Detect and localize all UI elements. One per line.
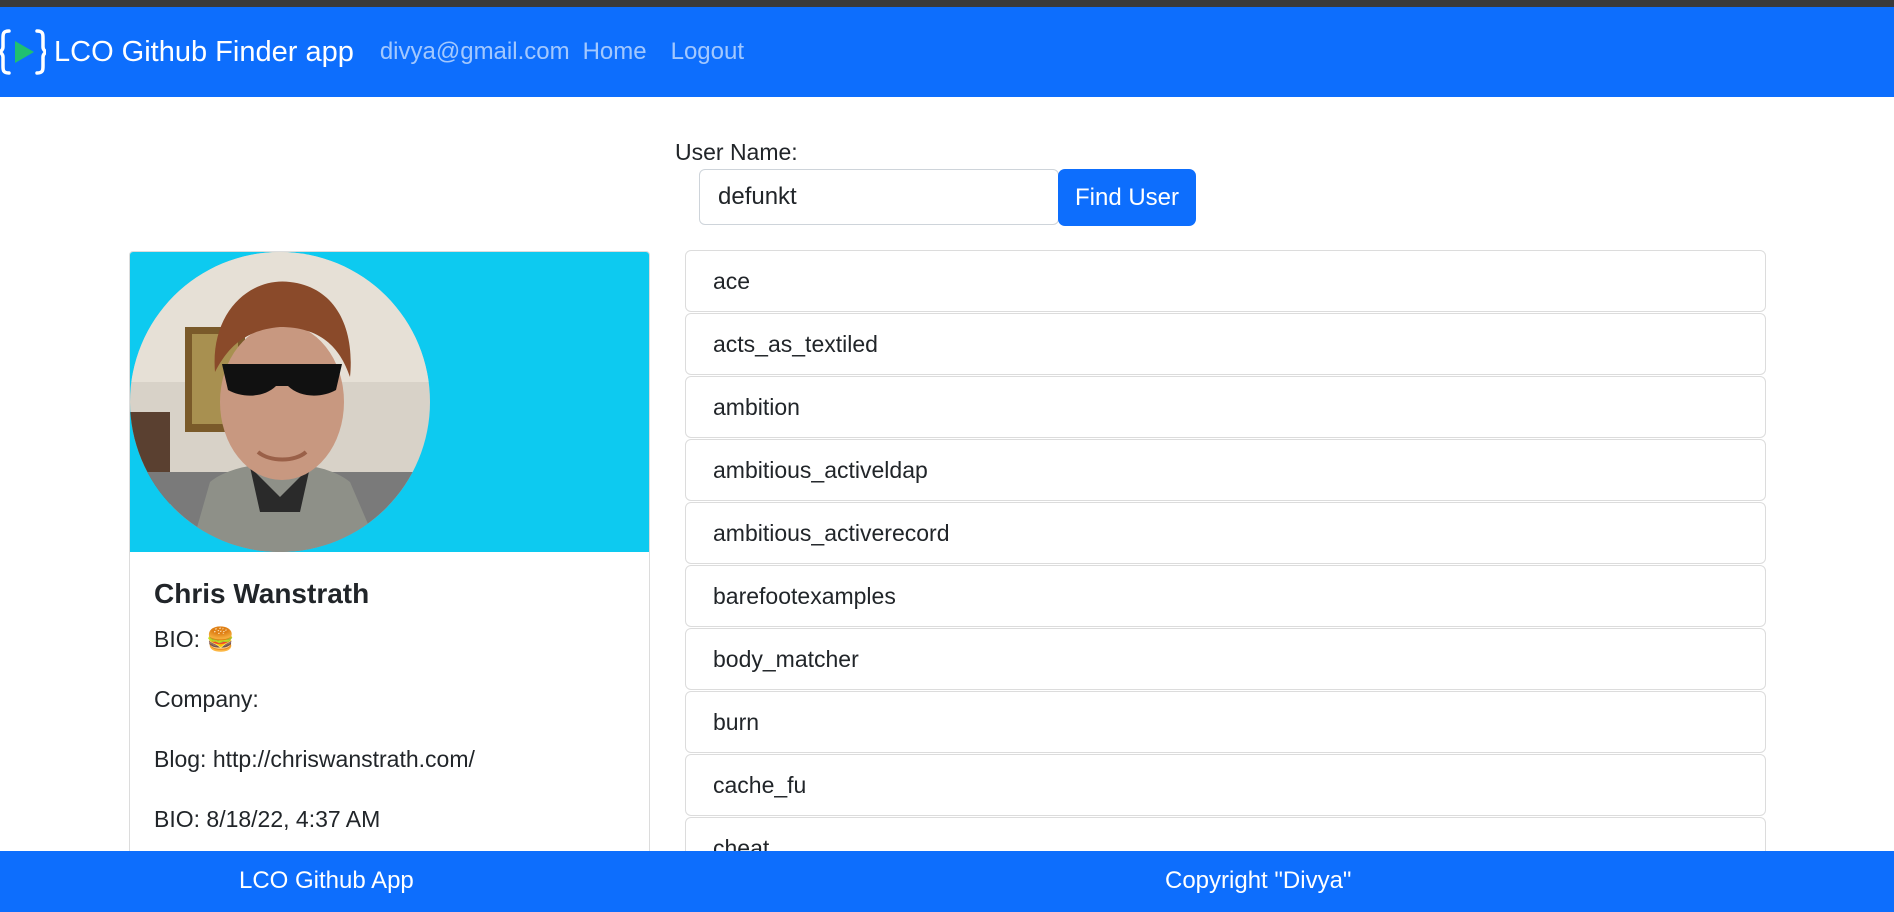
repo-list-item[interactable]: cheat (685, 817, 1766, 851)
repo-list-item[interactable]: cache_fu (685, 754, 1766, 816)
repo-list-item[interactable]: burn (685, 691, 1766, 753)
repo-list[interactable]: ace acts_as_textiled ambition ambitious_… (685, 250, 1766, 851)
user-avatar-photo (130, 252, 430, 552)
footer-app-name: LCO Github App (239, 867, 414, 894)
brand[interactable]: LCO Github Finder app (0, 28, 354, 76)
repo-list-item[interactable]: body_matcher (685, 628, 1766, 690)
brand-title[interactable]: LCO Github Finder app (54, 36, 354, 69)
username-label: User Name: (675, 139, 798, 165)
profile-blog-label: Blog: (154, 746, 207, 772)
footer: LCO Github App Copyright "Divya" (0, 851, 1894, 912)
profile-card-header (130, 252, 649, 552)
repo-list-item[interactable]: barefootexamples (685, 565, 1766, 627)
profile-date: BIO: 8/18/22, 4:37 AM (154, 806, 624, 833)
profile-date-value: 8/18/22, 4:37 AM (206, 806, 381, 832)
footer-copyright: Copyright "Divya" (1165, 867, 1352, 894)
brackets-play-icon (0, 29, 46, 75)
repo-list-item[interactable]: ace (685, 250, 1766, 312)
profile-company-label: Company: (154, 686, 259, 712)
nav-logout-link[interactable]: Logout (671, 38, 744, 66)
profile-blog-value: http://chriswanstrath.com/ (212, 746, 475, 772)
find-user-button[interactable]: Find User (1058, 169, 1196, 226)
avatar (130, 252, 430, 552)
window-top-strip (0, 0, 1894, 7)
profile-bio-value: 🍔 (206, 626, 236, 652)
profile-company: Company: (154, 686, 624, 713)
profile-name: Chris Wanstrath (154, 578, 370, 609)
navbar: LCO Github Finder app divya@gmail.com Ho… (0, 7, 1894, 97)
profile-bio: BIO: 🍔 (154, 626, 624, 653)
username-input[interactable] (699, 169, 1059, 225)
profile-blog: Blog: http://chriswanstrath.com/ (154, 746, 624, 773)
profile-bio-label: BIO: (154, 626, 201, 652)
nav-home-link[interactable]: Home (583, 38, 647, 66)
profile-body: Chris Wanstrath BIO: 🍔 Company: Blog: ht… (154, 578, 624, 866)
repo-list-item[interactable]: ambition (685, 376, 1766, 438)
profile-card: Chris Wanstrath BIO: 🍔 Company: Blog: ht… (129, 251, 650, 871)
repo-list-item[interactable]: ambitious_activeldap (685, 439, 1766, 501)
repo-list-item[interactable]: ambitious_activerecord (685, 502, 1766, 564)
user-email: divya@gmail.com (379, 38, 570, 65)
repo-list-item[interactable]: acts_as_textiled (685, 313, 1766, 375)
profile-date-label: BIO: (154, 806, 201, 832)
